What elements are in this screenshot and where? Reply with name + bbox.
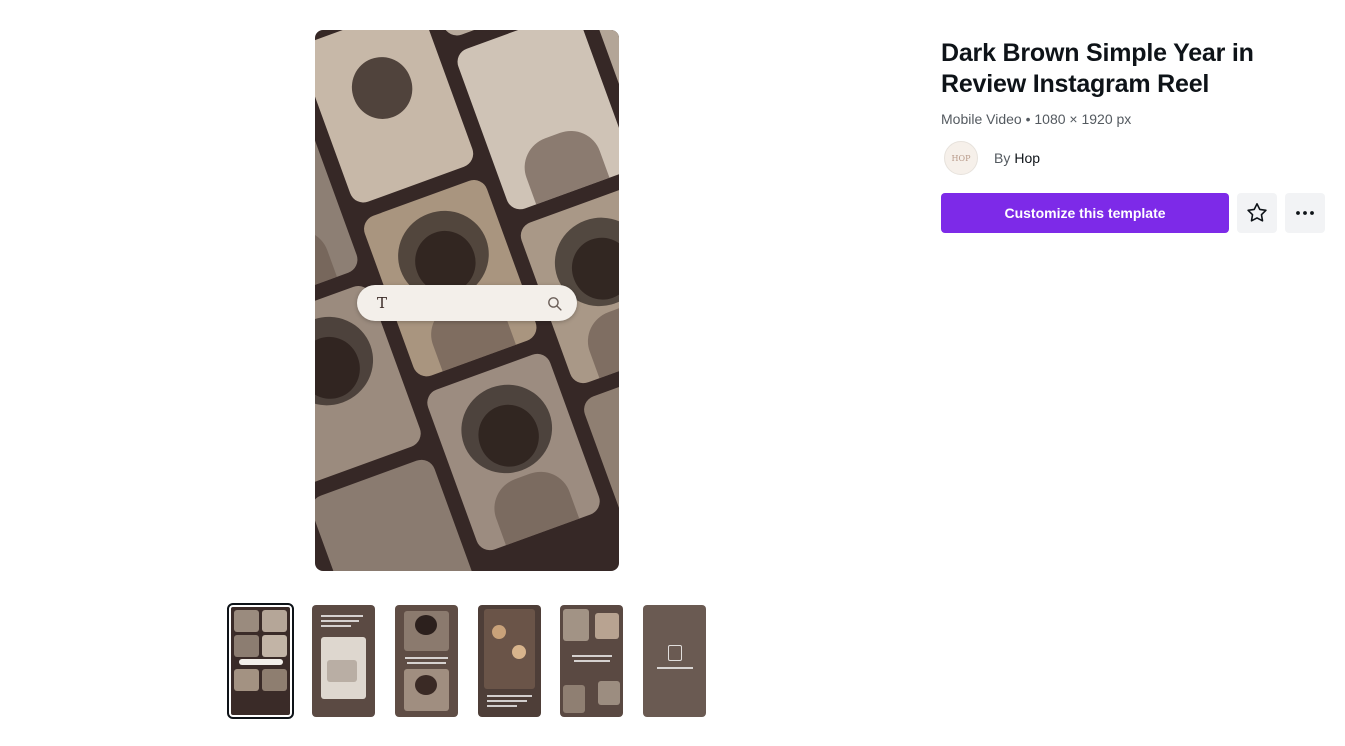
author-name-link[interactable]: Hop	[1014, 150, 1040, 166]
thumbnail-page-6[interactable]	[643, 605, 706, 717]
preview-search-bar: T	[357, 285, 577, 321]
thumbnail-page-1[interactable]	[227, 603, 294, 719]
thumbnail-page-5[interactable]	[560, 605, 623, 717]
avatar-logo-text: HOP	[951, 153, 971, 163]
by-label: By	[994, 150, 1011, 166]
author-row: HOP By Hop	[941, 141, 1331, 175]
template-preview[interactable]: T	[315, 30, 619, 571]
search-icon	[548, 296, 562, 311]
thumbnail-page-2[interactable]	[312, 605, 375, 717]
template-info-panel: Dark Brown Simple Year in Review Instagr…	[941, 38, 1331, 233]
template-meta: Mobile Video • 1080 × 1920 px	[941, 111, 1132, 127]
template-title: Dark Brown Simple Year in Review Instagr…	[941, 39, 1254, 98]
search-text: T	[377, 294, 388, 312]
favorite-button[interactable]	[1237, 193, 1277, 233]
template-detail-page: T Dark Brown Simple Year in Review Insta…	[0, 0, 1345, 746]
customize-template-button[interactable]: Customize this template	[941, 193, 1229, 233]
author-avatar[interactable]: HOP	[944, 141, 978, 175]
photo-tile	[580, 356, 619, 561]
more-options-button[interactable]	[1285, 193, 1325, 233]
photo-tile	[315, 30, 478, 207]
thumbnail-page-3[interactable]	[395, 605, 458, 717]
thumbnail-page-4[interactable]	[478, 605, 541, 717]
more-horizontal-icon	[1296, 211, 1314, 215]
star-icon	[1247, 203, 1267, 222]
template-actions: Customize this template	[941, 193, 1331, 233]
